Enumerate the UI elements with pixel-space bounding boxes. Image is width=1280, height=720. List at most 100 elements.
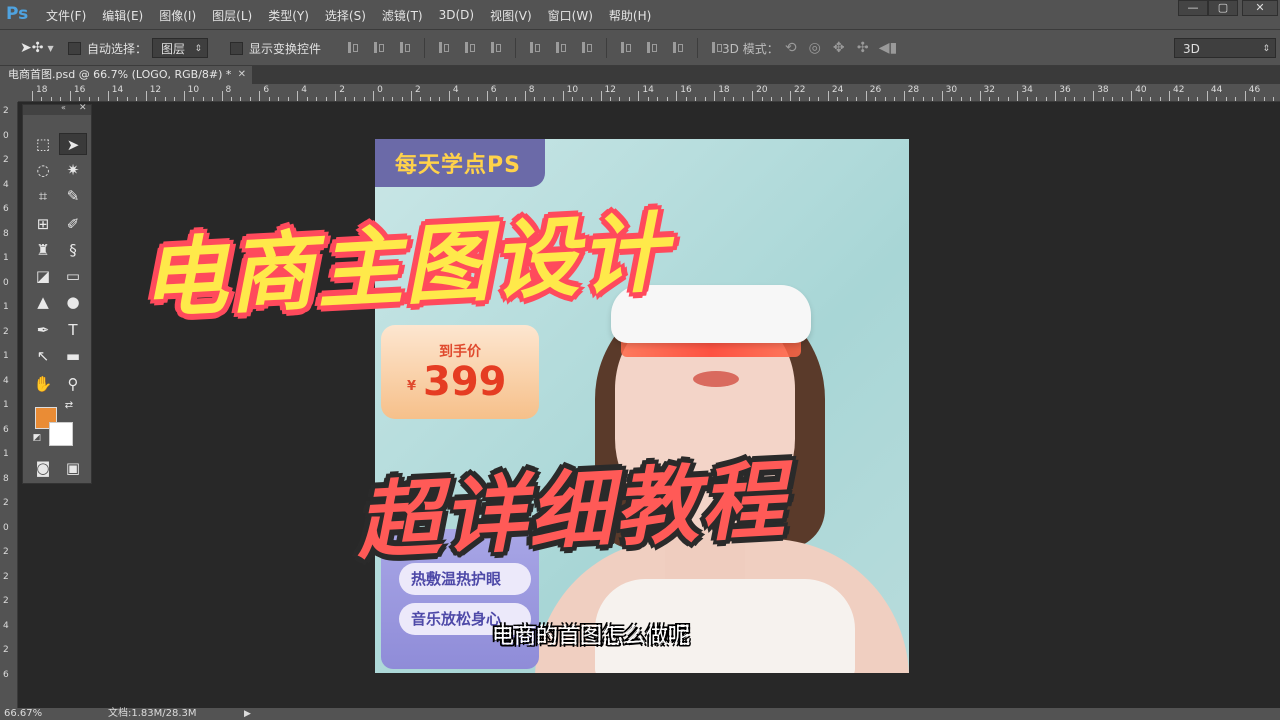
eyedropper-tool-icon[interactable]: ✎: [59, 185, 87, 207]
default-colors-icon[interactable]: ◩: [29, 431, 45, 445]
crop-tool-icon[interactable]: ⌗: [29, 185, 57, 207]
scale-3d-icon[interactable]: ◀▮: [879, 40, 897, 56]
roll-3d-icon[interactable]: ◎: [807, 40, 823, 56]
close-window-button[interactable]: ✕: [1242, 0, 1278, 16]
show-transform-checkbox[interactable]: [230, 41, 243, 55]
tools-panel-header[interactable]: « ✕: [23, 103, 91, 115]
zoom-level[interactable]: 66.67%: [4, 708, 42, 720]
lasso-tool-icon[interactable]: ◌: [29, 159, 57, 181]
align-left-icon[interactable]: [437, 41, 451, 55]
move-tool-icon[interactable]: ➤: [59, 133, 87, 155]
marquee-tool-icon[interactable]: ⬚: [29, 133, 57, 155]
drag-3d-icon[interactable]: ✥: [831, 40, 847, 56]
ruler-tick: [827, 91, 829, 101]
swap-colors-icon[interactable]: ⇄: [61, 399, 77, 413]
distribute-right-icon[interactable]: [671, 41, 685, 55]
path-selection-tool-icon[interactable]: ↖: [29, 345, 57, 367]
menu-select[interactable]: 选择(S): [325, 7, 366, 24]
menu-layer[interactable]: 图层(L): [212, 7, 252, 24]
ruler-tick: [325, 97, 327, 101]
ruler-label: 6: [3, 204, 9, 214]
ruler-label: 40: [1135, 85, 1147, 95]
ruler-tick: [752, 91, 754, 101]
ruler-tick: [1055, 91, 1057, 101]
align-top-icon[interactable]: [346, 41, 360, 55]
align-group: [340, 30, 730, 66]
distribute-bottom-icon[interactable]: [580, 41, 594, 55]
status-bar: 66.67% 文档:1.83M/28.3M ▶: [0, 708, 1280, 720]
menu-view[interactable]: 视图(V): [490, 7, 532, 24]
menu-filter[interactable]: 滤镜(T): [382, 7, 423, 24]
ruler-label: 12: [604, 85, 616, 95]
auto-select-checkbox[interactable]: [68, 41, 81, 55]
pen-tool-icon[interactable]: ✒: [29, 319, 57, 341]
ruler-tick: [638, 91, 640, 101]
eraser-tool-icon[interactable]: ◪: [29, 265, 57, 287]
ruler-tick: [193, 97, 195, 101]
align-bottom-icon[interactable]: [398, 41, 412, 55]
ruler-tick: [1178, 97, 1180, 101]
gradient-tool-icon[interactable]: ▭: [59, 265, 87, 287]
status-menu-arrow-icon[interactable]: ▶: [244, 708, 251, 720]
distribute-hcenter-icon[interactable]: [645, 41, 659, 55]
photoshop-logo: Ps: [6, 4, 29, 24]
ruler-label: 2: [3, 645, 9, 655]
rectangle-tool-icon[interactable]: ▬: [59, 345, 87, 367]
close-icon[interactable]: ✕: [79, 103, 87, 113]
zoom-tool-icon[interactable]: ⚲: [59, 373, 87, 395]
ruler-tick: [524, 91, 526, 101]
menu-image[interactable]: 图像(I): [159, 7, 196, 24]
brush-tool-icon[interactable]: ✐: [59, 213, 87, 235]
healing-brush-tool-icon[interactable]: ⊞: [29, 213, 57, 235]
restore-button[interactable]: ▢: [1208, 0, 1238, 16]
clone-stamp-tool-icon[interactable]: ♜: [29, 239, 57, 261]
background-color-swatch[interactable]: [49, 422, 73, 446]
slide-3d-icon[interactable]: ✣: [855, 40, 871, 56]
ruler-tick: [941, 91, 943, 101]
mode-3d-label: 3D 模式：: [722, 41, 779, 56]
distribute-vcenter-icon[interactable]: [554, 41, 568, 55]
align-hcenter-icon[interactable]: [463, 41, 477, 55]
screen-mode-icon[interactable]: ▣: [59, 457, 87, 479]
distribute-left-icon[interactable]: [619, 41, 633, 55]
align-right-icon[interactable]: [489, 41, 503, 55]
menu-3d[interactable]: 3D(D): [439, 8, 474, 22]
workspace-select[interactable]: 3D ⇕: [1174, 38, 1276, 58]
ruler-tick: [799, 97, 801, 101]
ruler-tick: [278, 97, 280, 101]
rotate-3d-icon[interactable]: ⟲: [783, 40, 799, 56]
close-tab-icon[interactable]: ✕: [238, 66, 246, 84]
quick-mask-icon[interactable]: ◙: [29, 457, 57, 479]
type-tool-icon[interactable]: T: [59, 319, 87, 341]
ruler-tick: [676, 91, 678, 101]
hand-tool-icon[interactable]: ✋: [29, 373, 57, 395]
ruler-tick: [856, 97, 858, 101]
ruler-tick: [1007, 97, 1009, 101]
menu-type[interactable]: 类型(Y): [268, 7, 309, 24]
menu-help[interactable]: 帮助(H): [609, 7, 651, 24]
auto-select-target-select[interactable]: 图层 ⇕: [152, 38, 208, 58]
blur-tool-icon[interactable]: ▲: [29, 291, 57, 313]
distribute-top-icon[interactable]: [528, 41, 542, 55]
ruler-tick: [1225, 97, 1227, 101]
dodge-tool-icon[interactable]: ●: [59, 291, 87, 313]
video-subtitle: 电商的首图怎么做呢: [492, 624, 691, 649]
ruler-tick: [1093, 91, 1095, 101]
ruler-label: 2: [3, 547, 9, 557]
minimize-button[interactable]: —: [1178, 0, 1208, 16]
menu-file[interactable]: 文件(F): [46, 7, 86, 24]
menu-window[interactable]: 窗口(W): [548, 7, 593, 24]
ruler-tick: [790, 91, 791, 101]
align-vcenter-icon[interactable]: [372, 41, 386, 55]
ruler-tick: [581, 97, 583, 101]
ruler-tick: [202, 97, 204, 101]
ruler-tick: [486, 91, 488, 101]
collapse-icon[interactable]: «: [61, 103, 66, 112]
ruler-label: 6: [490, 85, 497, 95]
ruler-tick: [818, 97, 820, 101]
move-tool-preset[interactable]: ➤✣ ▼: [20, 30, 54, 66]
document-tab[interactable]: 电商首图.psd @ 66.7% (LOGO, RGB/8#) * ✕: [0, 66, 252, 84]
magic-wand-tool-icon[interactable]: ✷: [59, 159, 87, 181]
menu-edit[interactable]: 编辑(E): [102, 7, 143, 24]
history-brush-tool-icon[interactable]: §: [59, 239, 87, 261]
